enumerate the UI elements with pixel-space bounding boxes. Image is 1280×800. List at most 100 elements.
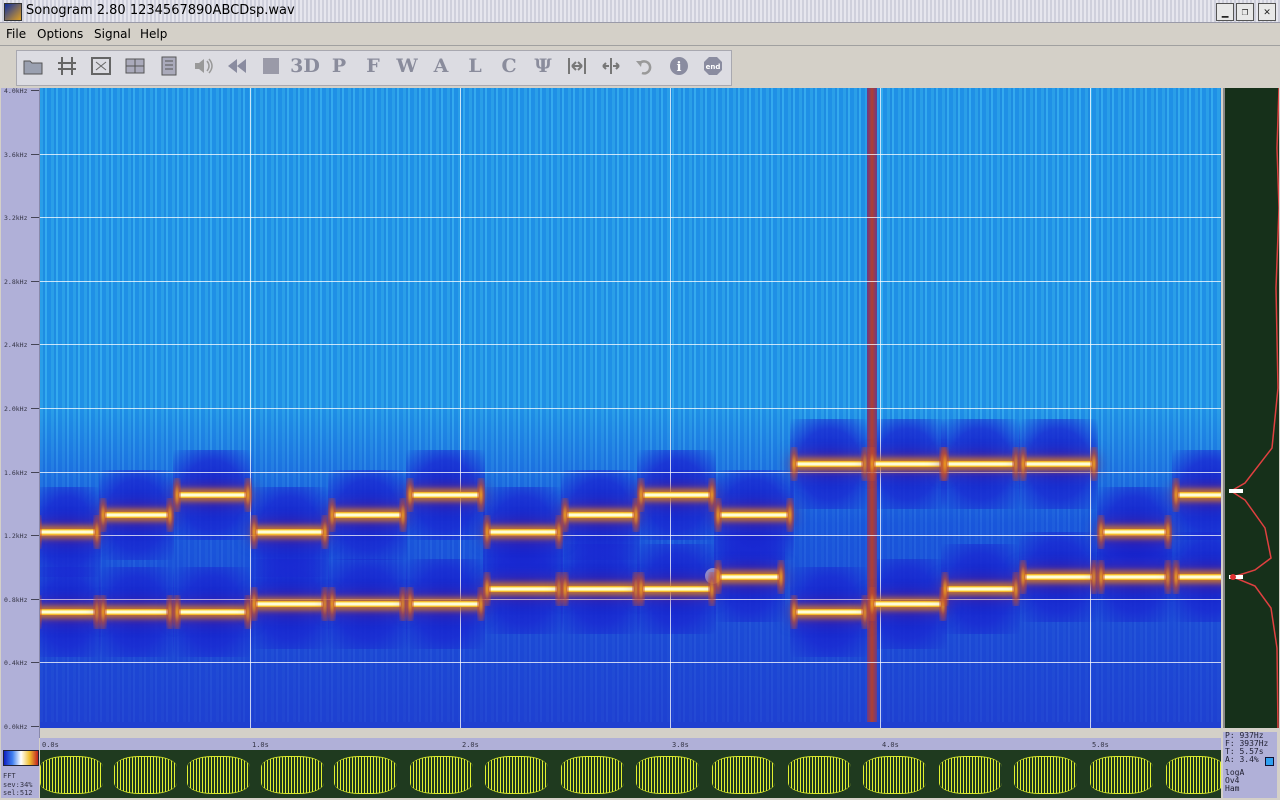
minimize-icon[interactable]: ▁ (1216, 3, 1234, 21)
time-tick-label: 0.0s (42, 741, 59, 749)
vertical-gridline (460, 88, 461, 728)
settings-icon[interactable] (54, 53, 80, 79)
zoom-out-icon[interactable] (598, 53, 624, 79)
time-tick-label: 1.0s (252, 741, 269, 749)
horizontal-gridline (40, 344, 1221, 346)
y-tick-label: 4.0kHz (4, 87, 28, 95)
svg-text:end: end (706, 63, 721, 71)
tone-harmonic (327, 497, 408, 532)
speaker-icon[interactable] (190, 53, 216, 79)
app-icon (4, 3, 22, 21)
y-tick-mark (31, 344, 39, 346)
y-tick-mark (31, 153, 39, 155)
y-tick-label: 0.8kHz (4, 595, 28, 604)
zoom-in-icon[interactable] (564, 53, 590, 79)
menu-help[interactable]: Help (140, 27, 167, 41)
f-icon[interactable]: F (360, 53, 386, 79)
info-icon[interactable]: i (666, 53, 692, 79)
tone-harmonic (561, 572, 641, 607)
menu-options[interactable]: Options (37, 27, 83, 41)
waveform-burst (1090, 756, 1153, 794)
waveform-burst (409, 756, 473, 794)
w-icon[interactable]: W (394, 53, 420, 79)
menu-file[interactable]: File (6, 27, 26, 41)
horizontal-gridline (40, 598, 1221, 600)
restore-icon[interactable]: ❐ (1236, 3, 1254, 21)
y-tick-label: 0.0kHz (4, 723, 28, 731)
y-tick-mark (31, 535, 39, 537)
horizontal-gridline (40, 280, 1221, 282)
tone-harmonic (941, 572, 1021, 607)
y-tick-mark (31, 90, 39, 91)
spectrogram-view[interactable] (40, 88, 1221, 728)
toolbar: 3D P F W A L C Ψi end (0, 46, 1280, 86)
tone-harmonic (327, 586, 408, 621)
horizontal-gridline (40, 471, 1221, 473)
waveform-burst (113, 756, 177, 794)
layout-icon[interactable] (122, 53, 148, 79)
colorbar-panel: FFT sev:34% sel:512 (1, 738, 39, 798)
a-icon[interactable]: A (428, 53, 454, 79)
tone-harmonic (250, 586, 330, 621)
tone-harmonic (172, 594, 252, 629)
title-bar: Sonogram 2.80 1234567890ABCDsp.wav ▁ ❐ ✕ (0, 0, 1280, 23)
list-icon[interactable] (156, 53, 182, 79)
y-tick-mark (31, 217, 39, 219)
y-tick-label: 3.6kHz (4, 150, 28, 159)
horizontal-gridline (40, 535, 1221, 537)
tone-harmonic (867, 446, 948, 481)
y-tick-mark (31, 662, 39, 664)
horizontal-gridline (40, 662, 1221, 664)
rewind-icon[interactable] (224, 53, 250, 79)
c-icon[interactable]: C (496, 53, 522, 79)
y-tick-mark (31, 726, 39, 727)
p-icon[interactable]: P (326, 53, 352, 79)
waveform-burst (187, 756, 250, 794)
3d-icon[interactable]: 3D (290, 53, 320, 79)
y-tick-label: 2.8kHz (4, 277, 28, 286)
tone-harmonic (99, 497, 175, 532)
fft-info-2: sel:512 (3, 789, 33, 797)
tone-harmonic (1018, 446, 1099, 481)
y-tick-mark (31, 598, 39, 600)
tone-harmonic (789, 594, 870, 629)
horizontal-gridline (40, 217, 1221, 219)
waveform-burst (636, 756, 700, 794)
close-icon[interactable]: ✕ (1258, 3, 1276, 21)
waveform-burst (40, 756, 103, 794)
tone-harmonic (636, 572, 717, 607)
tone-harmonic (789, 446, 870, 481)
waveform-burst (334, 756, 397, 794)
tone-harmonic (1172, 559, 1221, 594)
window-type: Ham (1225, 784, 1240, 793)
l-icon[interactable]: L (462, 53, 488, 79)
tone-harmonic (405, 478, 486, 513)
color-swatch[interactable] (1265, 757, 1274, 766)
undo-icon[interactable] (632, 53, 658, 79)
colorbar (3, 750, 39, 766)
tone-harmonic (1172, 478, 1221, 513)
vertical-gridline (250, 88, 251, 728)
time-tick-label: 3.0s (672, 741, 689, 749)
waveform-burst (1014, 756, 1078, 794)
tone-harmonic (561, 497, 641, 532)
tone-harmonic (1096, 515, 1172, 550)
waveform-burst (787, 756, 851, 794)
fit-window-icon[interactable] (88, 53, 114, 79)
spectrum-curve (1229, 88, 1279, 728)
tone-harmonic (714, 497, 794, 532)
open-file-icon[interactable] (20, 53, 46, 79)
y-tick-mark (31, 280, 39, 282)
waveform-view[interactable] (40, 750, 1221, 798)
psi-icon[interactable]: Ψ (530, 53, 556, 79)
menu-bar: File Options Signal Help (0, 23, 1280, 46)
end-icon[interactable]: end (700, 53, 726, 79)
tone-harmonic (40, 515, 101, 550)
tone-harmonic (714, 559, 785, 594)
y-tick-label: 0.4kHz (4, 659, 28, 668)
tone-harmonic (941, 446, 1021, 481)
tone-harmonic (99, 594, 175, 629)
menu-signal[interactable]: Signal (94, 27, 131, 41)
y-tick-mark (31, 408, 39, 409)
stop-icon[interactable] (258, 53, 284, 79)
